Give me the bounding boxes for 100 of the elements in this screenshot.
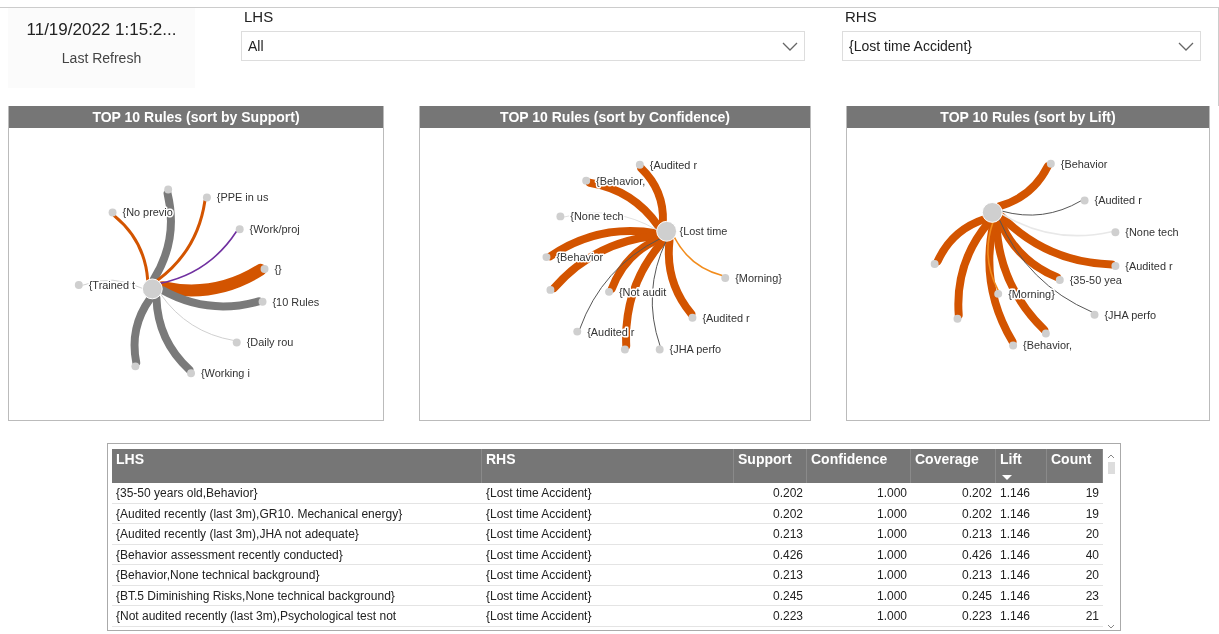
filter-dropdown[interactable]: {Lost time Accident} [842, 31, 1201, 61]
chevron-down-icon [782, 41, 798, 51]
table-cell: {Lost time Accident} [482, 544, 734, 565]
graph-node [556, 212, 565, 221]
table-cell: 0.245 [734, 585, 807, 606]
filter-label: LHS [244, 8, 275, 25]
graph-node [582, 176, 591, 185]
table-cell: {Behavior assessment recently conducted} [112, 544, 482, 565]
node-label: {Behavior [1060, 157, 1108, 170]
table-cell: {Lost time Accident} [482, 503, 734, 524]
table-cell: {Lost time Accident} [482, 585, 734, 606]
chevron-down-icon [1178, 41, 1194, 51]
table-cell: 0.426 [911, 544, 996, 565]
table-cell: {Audited recently (last 3m),JHA not adequate} [112, 524, 482, 545]
graph-node [546, 285, 555, 294]
graph-node [656, 220, 678, 242]
table-cell: 1.000 [807, 606, 911, 627]
table-cell: 1.146 [996, 524, 1047, 545]
table-cell: 0.213 [911, 565, 996, 586]
graph-node [232, 338, 241, 347]
node-label: {Audited r [649, 158, 698, 171]
table-cell: {Lost time Accident} [482, 606, 734, 627]
graph-node [1041, 329, 1050, 338]
table-cell: {Lost time Accident} [482, 524, 734, 545]
table-cell: 0.202 [734, 503, 807, 524]
table-cell: 19 [1047, 503, 1103, 524]
filter-dropdown[interactable]: All [241, 31, 805, 61]
column-header[interactable]: RHS [482, 449, 734, 483]
table-cell: {Behavior,None technical background} [112, 565, 482, 586]
table-cell: 1.146 [996, 565, 1047, 586]
chart-title: TOP 10 Rules (sort by Confidence) [420, 106, 810, 128]
table-cell: 0.223 [734, 606, 807, 627]
graph-node [994, 289, 1003, 298]
graph-node [1046, 159, 1055, 168]
graph-node [655, 345, 664, 354]
graph-node [620, 345, 629, 354]
column-header[interactable]: Lift [996, 449, 1047, 483]
refresh-time: 11/19/2022 1:15:2... [26, 20, 177, 40]
column-header[interactable]: Confidence [807, 449, 911, 483]
node-label: {JHA perfo [669, 343, 722, 356]
graph-node [1090, 310, 1099, 319]
node-label: {JHA perfo [1104, 308, 1156, 321]
table-cell: 0.223 [911, 606, 996, 627]
node-label: {Working i [200, 367, 250, 380]
filter-label: RHS [845, 8, 878, 25]
column-header[interactable]: Coverage [911, 449, 996, 483]
node-label: {Behavior, [596, 174, 646, 187]
table-cell: 1.146 [996, 503, 1047, 524]
table-cell: 0.245 [911, 585, 996, 606]
node-label: {Trained t [88, 278, 135, 291]
graph-node [260, 265, 269, 273]
graph-node [981, 202, 1003, 223]
graph-node [635, 160, 644, 169]
graph-node [131, 362, 140, 371]
node-label: {Audited r [1125, 260, 1173, 272]
graph-node [1080, 196, 1089, 205]
node-label: {Behavior, [1023, 339, 1073, 352]
table-cell: 1.000 [807, 544, 911, 565]
graph-node [202, 193, 211, 202]
table-cell: 1.000 [807, 503, 911, 524]
node-label: {Audited r [1094, 194, 1142, 207]
graph-node [187, 369, 195, 378]
table-cell: 0.213 [734, 565, 807, 586]
node-label: {Audited r [702, 311, 750, 324]
node-label: {None tech [1125, 226, 1179, 239]
table-cell: 40 [1047, 544, 1103, 565]
graph-node [688, 313, 697, 322]
table-cell: {Not audited recently (last 3m),Psychological test not [112, 606, 482, 627]
graph-node [605, 287, 613, 296]
node-label: {Morning} [735, 271, 782, 284]
table-cell: {Lost time Accident} [482, 483, 734, 504]
chart-title: TOP 10 Rules (sort by Lift) [847, 106, 1209, 128]
graph-node [74, 280, 83, 289]
node-label: {35-50 yea [1069, 273, 1122, 286]
scroll-up-icon[interactable] [1107, 453, 1115, 459]
column-header[interactable]: Support [734, 449, 807, 483]
graph-node [235, 225, 244, 234]
table-cell: 0.202 [734, 483, 807, 504]
table-cell: 1.146 [996, 483, 1047, 504]
node-label: {None tech [570, 210, 624, 223]
graph-node [164, 185, 173, 194]
table-cell: 1.146 [996, 585, 1047, 606]
graph-node [1111, 262, 1120, 270]
node-label: {10 Rules [272, 295, 320, 308]
scroll-down-icon[interactable] [1107, 624, 1115, 630]
table-cell: 20 [1047, 565, 1103, 586]
graph-node [108, 208, 117, 217]
node-label: {Work/proj [249, 223, 300, 236]
graph-node [542, 253, 551, 262]
table-cell: {BT.5 Diminishing Risks,None technical background} [112, 585, 482, 606]
graph-node [573, 327, 582, 336]
table-cell: 0.213 [911, 524, 996, 545]
scroll-thumb[interactable] [1107, 462, 1115, 474]
refresh-label: Last Refresh [61, 50, 142, 66]
graph-node [953, 314, 962, 323]
column-header[interactable]: Count [1047, 449, 1103, 483]
column-header[interactable]: LHS [112, 449, 482, 483]
node-label: {} [274, 263, 282, 275]
table-cell: {35-50 years old,Behavior} [112, 483, 482, 504]
table-cell: 1.000 [807, 565, 911, 586]
